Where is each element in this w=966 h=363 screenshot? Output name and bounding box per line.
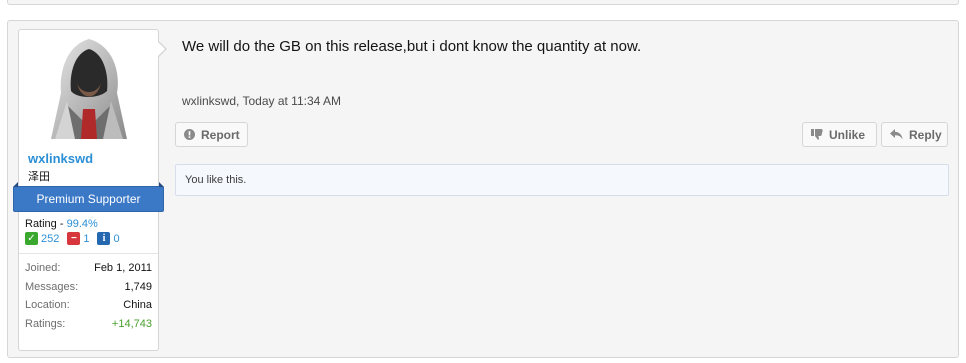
unlike-button[interactable]: Unlike [802, 122, 877, 147]
rating-percent[interactable]: 99.4% [67, 218, 98, 230]
post-author-link[interactable]: wxlinkswd [182, 94, 236, 108]
positive-count[interactable]: 252 [41, 233, 59, 245]
premium-supporter-banner: Premium Supporter [13, 182, 164, 212]
avatar-image [50, 38, 127, 139]
reply-arrow-icon [890, 129, 903, 140]
thumbs-down-icon [811, 129, 823, 140]
check-icon: ✓ [25, 232, 38, 245]
user-info-panel: wxlinkswd 泽田 Premium Supporter Rating - … [13, 29, 167, 351]
name-box: wxlinkswd 泽田 [18, 143, 159, 186]
stat-value[interactable]: +14,743 [112, 315, 152, 334]
stat-key: Location: [25, 299, 70, 311]
stat-key: Ratings: [25, 317, 66, 330]
minus-icon: − [67, 232, 81, 245]
rating-label: Rating - [25, 218, 67, 230]
stat-location: Location: China [25, 296, 154, 315]
rating-summary: Rating - 99.4% [25, 218, 154, 231]
speech-arrow [157, 40, 167, 58]
stat-key: Messages: [25, 280, 79, 293]
info-icon: i [97, 232, 111, 245]
username-link[interactable]: wxlinkswd [28, 151, 158, 167]
forum-post: wxlinkswd 泽田 Premium Supporter Rating - … [7, 20, 959, 358]
divider [19, 253, 158, 254]
stat-ratings: Ratings: +14,743 [25, 315, 154, 334]
stat-value[interactable]: 1,749 [124, 278, 152, 297]
stat-joined: Joined: Feb 1, 2011 [25, 259, 154, 278]
report-label: Report [201, 127, 240, 142]
stat-value: Feb 1, 2011 [94, 262, 152, 274]
negative-count[interactable]: 1 [83, 233, 89, 245]
previous-post-edge [7, 0, 959, 5]
avatar[interactable] [18, 29, 167, 143]
post-message: We will do the GB on this release,but i … [182, 38, 642, 55]
post-timestamp[interactable]: Today at 11:34 AM [242, 94, 341, 108]
likes-summary: You like this. [175, 164, 949, 196]
user-stats: Joined: Feb 1, 2011 Messages: 1,749 Loca… [25, 259, 154, 333]
user-custom-title: 泽田 [28, 171, 50, 183]
unlike-label: Unlike [829, 127, 866, 142]
reply-label: Reply [909, 127, 942, 142]
stat-value[interactable]: China [123, 296, 152, 315]
reply-button[interactable]: Reply [881, 122, 948, 147]
user-extra-info: Rating - 99.4% ✓ 252 − 1 i 0 Joined: Feb… [18, 212, 159, 351]
report-button[interactable]: Report [175, 122, 248, 147]
rating-counts: ✓ 252 − 1 i 0 [25, 232, 154, 245]
stat-messages: Messages: 1,749 [25, 278, 154, 297]
neutral-count[interactable]: 0 [113, 233, 119, 245]
stat-key: Joined: [25, 262, 61, 274]
alert-circle-icon [184, 129, 195, 140]
post-meta: wxlinkswd, Today at 11:34 AM [182, 94, 341, 108]
